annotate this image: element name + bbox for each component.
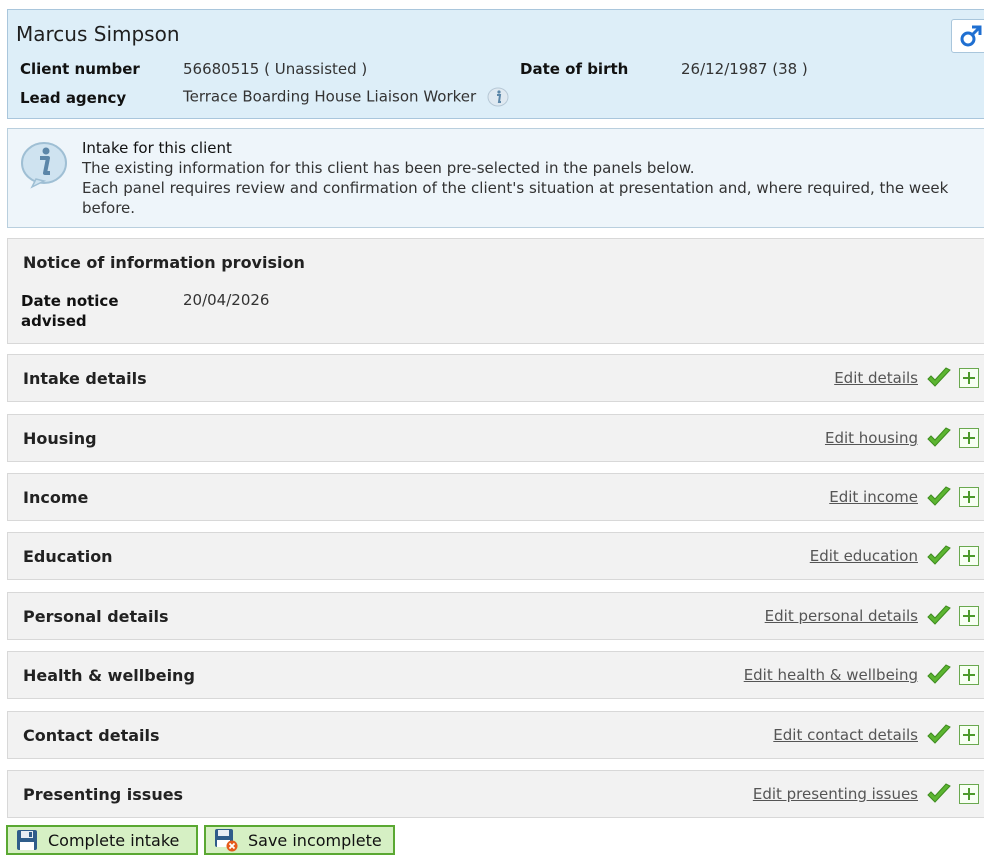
section-panel: Health & wellbeing Edit health & wellbein… [7, 651, 984, 699]
lead-agency-value: Terrace Boarding House Liaison Worker [183, 87, 477, 106]
section-title: Income [23, 488, 89, 507]
save-incomplete-icon [215, 829, 238, 852]
client-number-value: 56680515 ( Unassisted ) [183, 60, 368, 78]
plus-icon [963, 729, 975, 741]
check-icon [927, 545, 951, 565]
check-icon [927, 783, 951, 803]
expand-section-button[interactable] [959, 428, 979, 448]
edit-section-link[interactable]: Edit income [829, 488, 918, 506]
plus-icon [963, 788, 975, 800]
section-actions: Edit education [810, 544, 979, 568]
section-title: Housing [23, 429, 97, 448]
intake-info-line-2: Each panel requires review and confirmat… [82, 179, 949, 197]
section-title: Personal details [23, 607, 169, 626]
expand-section-button[interactable] [959, 725, 979, 745]
gender-button[interactable] [951, 19, 984, 53]
section-actions: Edit personal details [765, 604, 979, 628]
plus-icon [963, 372, 975, 384]
dob-value: 26/12/1987 (38 ) [681, 60, 808, 78]
complete-intake-label: Complete intake [48, 830, 180, 850]
information-icon [18, 139, 70, 193]
expand-section-button[interactable] [959, 665, 979, 685]
client-number-label: Client number [20, 60, 140, 78]
section-panel: Presenting issues Edit presenting issues [7, 770, 984, 818]
section-panel: Housing Edit housing [7, 414, 984, 462]
section-panel: Education Edit education [7, 532, 984, 580]
section-title: Intake details [23, 369, 147, 388]
section-panel: Personal details Edit personal details [7, 592, 984, 640]
notice-title: Notice of information provision [23, 253, 305, 272]
expand-section-button[interactable] [959, 606, 979, 626]
plus-icon [963, 432, 975, 444]
save-disk-icon [17, 830, 37, 850]
check-icon [927, 724, 951, 744]
section-title: Presenting issues [23, 785, 184, 804]
expand-section-button[interactable] [959, 546, 979, 566]
section-actions: Edit details [834, 366, 979, 390]
edit-section-link[interactable]: Edit housing [825, 429, 918, 447]
section-actions: Edit income [829, 485, 979, 509]
client-header: Marcus Simpson Client number 56680515 ( … [7, 9, 984, 119]
save-incomplete-button[interactable]: Save incomplete [204, 825, 395, 855]
check-icon [927, 367, 951, 387]
plus-icon [963, 610, 975, 622]
intake-info-panel: Intake for this client The existing info… [7, 128, 984, 228]
edit-section-link[interactable]: Edit education [810, 547, 918, 565]
edit-section-link[interactable]: Edit personal details [765, 607, 918, 625]
edit-section-link[interactable]: Edit details [834, 369, 918, 387]
male-symbol-icon [960, 25, 982, 47]
edit-section-link[interactable]: Edit presenting issues [753, 785, 918, 803]
section-actions: Edit presenting issues [753, 782, 979, 806]
edit-section-link[interactable]: Edit health & wellbeing [744, 666, 918, 684]
client-name: Marcus Simpson [16, 22, 180, 46]
section-panel: Contact details Edit contact details [7, 711, 984, 759]
section-actions: Edit health & wellbeing [744, 663, 979, 687]
section-panel: Income Edit income [7, 473, 984, 521]
intake-info-title: Intake for this client [82, 139, 232, 157]
section-actions: Edit contact details [773, 723, 979, 747]
info-icon[interactable] [487, 86, 509, 108]
section-title: Contact details [23, 726, 160, 745]
expand-section-button[interactable] [959, 784, 979, 804]
plus-icon [963, 491, 975, 503]
date-notice-label: Date notice advised [21, 292, 119, 330]
plus-icon [963, 669, 975, 681]
lead-agency-label: Lead agency [20, 89, 127, 107]
section-actions: Edit housing [825, 426, 979, 450]
edit-section-link[interactable]: Edit contact details [773, 726, 918, 744]
section-panel: Intake details Edit details [7, 354, 984, 402]
check-icon [927, 605, 951, 625]
save-incomplete-label: Save incomplete [248, 830, 382, 850]
check-icon [927, 664, 951, 684]
check-icon [927, 427, 951, 447]
lead-agency-row: Terrace Boarding House Liaison Worker [183, 86, 509, 108]
plus-icon [963, 550, 975, 562]
check-icon [927, 486, 951, 506]
expand-section-button[interactable] [959, 487, 979, 507]
section-title: Health & wellbeing [23, 666, 195, 685]
date-notice-value: 20/04/2026 [183, 291, 270, 309]
intake-info-line-3: before. [82, 199, 136, 217]
dob-label: Date of birth [520, 60, 629, 78]
notice-panel: Notice of information provision Date not… [7, 238, 984, 344]
expand-section-button[interactable] [959, 368, 979, 388]
intake-info-line-1: The existing information for this client… [82, 159, 695, 177]
section-title: Education [23, 547, 113, 566]
complete-intake-button[interactable]: Complete intake [6, 825, 198, 855]
